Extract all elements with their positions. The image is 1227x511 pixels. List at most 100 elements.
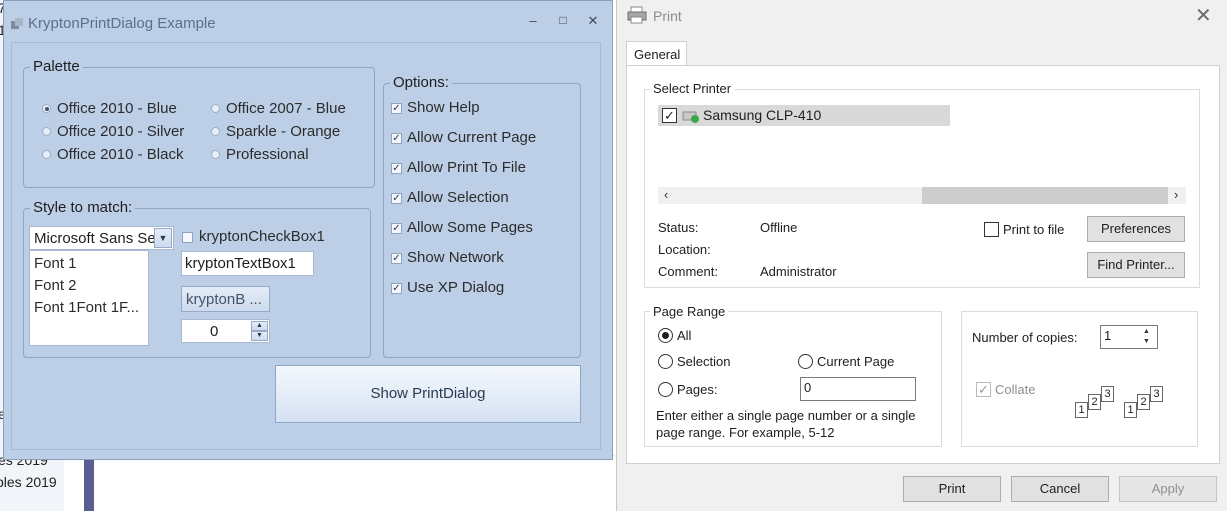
option-checkbox-allow-some-pages[interactable]: ✓: [391, 223, 402, 234]
page-range-all-radio[interactable]: [658, 328, 673, 343]
find-printer-button[interactable]: Find Printer...: [1087, 252, 1185, 278]
palette-radio-office2007-blue[interactable]: [211, 104, 220, 113]
palette-group-label: Palette: [30, 58, 83, 75]
option-label[interactable]: Show Help: [407, 99, 480, 116]
background-item: bles 2019: [0, 474, 57, 490]
status-label: Status:: [658, 220, 699, 235]
window-title: KryptonPrintDialog Example: [28, 15, 216, 32]
option-label[interactable]: Show Network: [407, 249, 504, 266]
status-value: Offline: [760, 220, 798, 235]
close-icon[interactable]: ✕: [586, 13, 600, 29]
palette-option-label[interactable]: Office 2010 - Blue: [57, 100, 177, 117]
minimize-icon[interactable]: –: [526, 13, 540, 29]
list-item[interactable]: Font 1Font 1F...: [34, 299, 139, 316]
numeric-updown-value: 0: [210, 323, 219, 340]
printer-icon: [627, 6, 647, 24]
option-checkbox-show-network[interactable]: ✓: [391, 253, 402, 264]
palette-option-label[interactable]: Office 2010 - Black: [57, 146, 183, 163]
print-button[interactable]: Print: [903, 476, 1001, 502]
krypton-button-label: kryptonB ...: [186, 291, 262, 308]
collate-pages-icon: 3 2 1: [1124, 386, 1174, 422]
show-printdialog-button[interactable]: Show PrintDialog: [275, 365, 581, 423]
tab-general-label: General: [634, 47, 681, 62]
palette-radio-office2010-black[interactable]: [42, 150, 51, 159]
arrow-up-icon[interactable]: ▲: [1138, 327, 1155, 337]
background-scrollbar: [84, 455, 94, 511]
comment-label: Comment:: [658, 264, 718, 279]
option-label[interactable]: Allow Selection: [407, 189, 509, 206]
palette-radio-office2010-blue[interactable]: [42, 104, 51, 113]
palette-radio-sparkle-orange[interactable]: [211, 127, 220, 136]
option-checkbox-allow-print-to-file[interactable]: ✓: [391, 163, 402, 174]
collate-label[interactable]: Collate: [995, 382, 1035, 397]
apply-button[interactable]: Apply: [1119, 476, 1217, 502]
palette-option-label[interactable]: Professional: [226, 146, 309, 163]
option-checkbox-allow-selection[interactable]: ✓: [391, 193, 402, 204]
krypton-checkbox[interactable]: [182, 232, 193, 243]
font-combobox-value: Microsoft Sans Se: [34, 230, 156, 247]
tab-general[interactable]: General: [626, 41, 687, 66]
page-range-current-page-label[interactable]: Current Page: [817, 354, 894, 369]
comment-value: Administrator: [760, 264, 837, 279]
page-range-pages-label[interactable]: Pages:: [677, 382, 717, 397]
option-label[interactable]: Allow Some Pages: [407, 219, 533, 236]
preferences-button[interactable]: Preferences: [1087, 216, 1185, 242]
option-checkbox-allow-current-page[interactable]: ✓: [391, 133, 402, 144]
close-icon[interactable]: ✕: [1195, 3, 1212, 28]
numeric-updown[interactable]: 0 ▲ ▼: [181, 319, 270, 343]
printer-list-item[interactable]: ✓ Samsung CLP-410: [658, 105, 950, 126]
palette-option-label[interactable]: Sparkle - Orange: [226, 123, 340, 140]
krypton-textbox[interactable]: kryptonTextBox1: [181, 251, 314, 276]
copies-label: Number of copies:: [972, 330, 1078, 345]
collate-checkbox[interactable]: ✓: [976, 382, 991, 397]
list-item[interactable]: Font 2: [34, 277, 77, 294]
page-range-hint-line1: Enter either a single page number or a s…: [656, 408, 916, 423]
page-range-selection-label[interactable]: Selection: [677, 354, 730, 369]
font-combobox[interactable]: Microsoft Sans Se ▼: [29, 226, 174, 250]
option-label[interactable]: Use XP Dialog: [407, 279, 504, 296]
page-range-all-label[interactable]: All: [677, 328, 691, 343]
scrollbar-thumb[interactable]: [922, 187, 1168, 204]
app-icon: [11, 18, 23, 29]
options-group-label: Options:: [390, 74, 452, 91]
page-range-hint-line2: page range. For example, 5-12: [656, 425, 835, 440]
krypton-titlebar[interactable]: KryptonPrintDialog Example – □ ✕: [4, 1, 612, 41]
chevron-right-icon[interactable]: ›: [1174, 187, 1178, 202]
collate-pages-icon: 3 2 1: [1075, 386, 1125, 422]
copies-input[interactable]: 1 ▲ ▼: [1100, 325, 1158, 349]
maximize-icon[interactable]: □: [556, 13, 570, 29]
list-item[interactable]: Font 1: [34, 255, 77, 272]
option-checkbox-show-help[interactable]: ✓: [391, 103, 402, 114]
arrow-down-icon[interactable]: ▼: [1138, 337, 1155, 347]
printer-name: Samsung CLP-410: [703, 107, 822, 123]
palette-radio-professional[interactable]: [211, 150, 220, 159]
page-range-selection-radio[interactable]: [658, 354, 673, 369]
print-dialog-title: Print: [653, 8, 682, 24]
pages-input[interactable]: 0: [800, 377, 916, 401]
option-label[interactable]: Allow Current Page: [407, 129, 536, 146]
option-label[interactable]: Allow Print To File: [407, 159, 526, 176]
print-to-file-checkbox[interactable]: [984, 222, 999, 237]
chevron-down-icon[interactable]: ▼: [154, 228, 172, 248]
arrow-down-icon[interactable]: ▼: [251, 331, 268, 341]
font-listbox[interactable]: Font 1 Font 2 Font 1Font 1F...: [29, 250, 149, 346]
printer-icon: [682, 111, 699, 123]
page-range-pages-radio[interactable]: [658, 382, 673, 397]
krypton-textbox-value: kryptonTextBox1: [185, 255, 296, 272]
print-dialog: Print ✕ General Select Printer ✓ Samsung…: [616, 0, 1227, 511]
copies-input-value: 1: [1104, 328, 1112, 343]
page-range-label: Page Range: [650, 304, 729, 319]
chevron-left-icon[interactable]: ‹: [664, 187, 668, 202]
palette-radio-office2010-silver[interactable]: [42, 127, 51, 136]
krypton-button[interactable]: kryptonB ...: [181, 286, 270, 312]
palette-option-label[interactable]: Office 2010 - Silver: [57, 123, 184, 140]
arrow-up-icon[interactable]: ▲: [251, 321, 268, 331]
printer-list-scrollbar[interactable]: ‹ ›: [658, 187, 1186, 204]
krypton-checkbox-label[interactable]: kryptonCheckBox1: [199, 228, 325, 245]
print-to-file-label[interactable]: Print to file: [1003, 222, 1064, 237]
cancel-button[interactable]: Cancel: [1011, 476, 1109, 502]
printer-checkbox[interactable]: ✓: [662, 108, 677, 123]
option-checkbox-use-xp-dialog[interactable]: ✓: [391, 283, 402, 294]
page-range-current-page-radio[interactable]: [798, 354, 813, 369]
palette-option-label[interactable]: Office 2007 - Blue: [226, 100, 346, 117]
